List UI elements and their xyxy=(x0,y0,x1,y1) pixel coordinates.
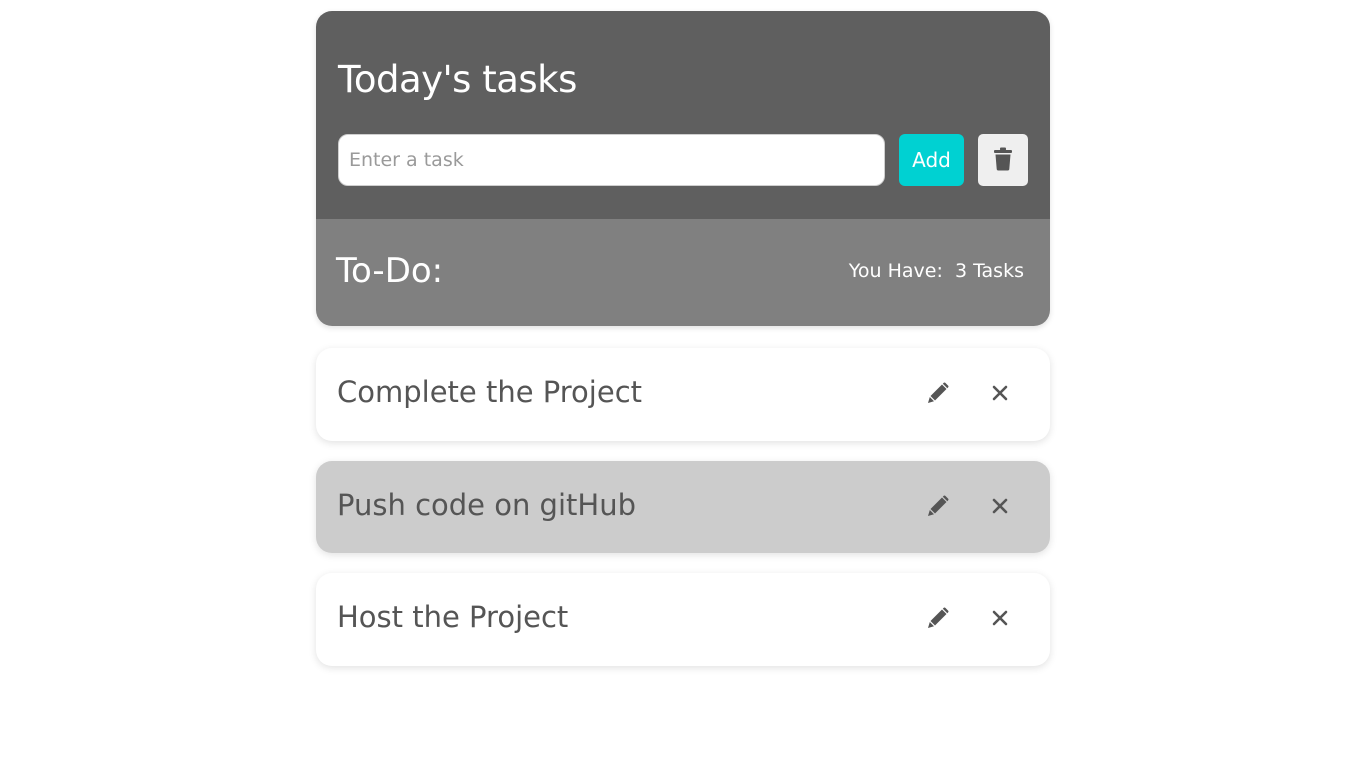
task-item[interactable]: Host the Project xyxy=(316,573,1050,666)
clear-all-button[interactable] xyxy=(978,134,1028,186)
close-icon xyxy=(992,385,1008,404)
delete-task-button[interactable] xyxy=(984,378,1016,410)
task-text: Complete the Project xyxy=(337,375,643,409)
header-top: Today's tasks Add xyxy=(316,11,1050,219)
edit-task-button[interactable] xyxy=(922,378,954,410)
todo-label: To-Do: xyxy=(336,251,444,291)
task-item[interactable]: Complete the Project xyxy=(316,348,1050,441)
pencil-icon xyxy=(927,607,949,632)
add-button[interactable]: Add xyxy=(899,134,964,186)
close-icon xyxy=(992,610,1008,629)
close-icon xyxy=(992,498,1008,517)
edit-task-button[interactable] xyxy=(922,491,954,523)
task-text: Host the Project xyxy=(337,600,569,634)
page-title: Today's tasks xyxy=(338,58,577,101)
task-text: Push code on gitHub xyxy=(337,488,636,522)
summary-bar: To-Do: You Have: 3 Tasks xyxy=(316,219,1050,326)
pencil-icon xyxy=(927,382,949,407)
task-list: Complete the Project Push code on gitHub… xyxy=(316,348,1050,666)
trash-icon xyxy=(993,147,1013,174)
task-count-value: 3 Tasks xyxy=(954,260,1024,282)
header-card: Today's tasks Add To-Do: You Have: 3 Tas… xyxy=(316,11,1050,326)
task-count-label: You Have: xyxy=(848,260,943,282)
task-item[interactable]: Push code on gitHub xyxy=(316,461,1050,553)
edit-task-button[interactable] xyxy=(922,603,954,635)
pencil-icon xyxy=(927,495,949,520)
delete-task-button[interactable] xyxy=(984,603,1016,635)
delete-task-button[interactable] xyxy=(984,491,1016,523)
todo-app: Today's tasks Add To-Do: You Have: 3 Tas… xyxy=(316,11,1050,686)
task-count: You Have: 3 Tasks xyxy=(849,259,1024,283)
task-input[interactable] xyxy=(338,134,885,186)
